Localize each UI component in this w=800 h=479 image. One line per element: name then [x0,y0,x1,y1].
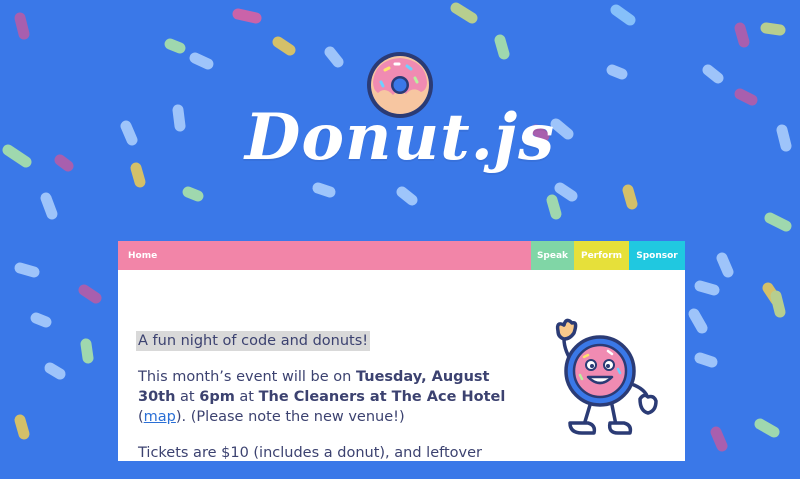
event-time: 6pm [199,389,235,405]
event-paragraph: This month’s event will be on Tuesday, A… [138,367,528,427]
donut-mascot-icon [555,318,658,435]
site-title: Donut.js [244,100,556,175]
event-venue: The Cleaners at The Ace Hotel [258,389,506,405]
event-text: This month’s event will be on [138,369,356,385]
tagline: A fun night of code and donuts! [136,331,371,351]
nav-speak-link[interactable]: Speak [531,241,574,270]
event-text: at [175,389,200,405]
event-description: A fun night of code and donuts! This mon… [136,331,528,479]
tickets-paragraph: Tickets are $10 (includes a donut), and … [138,445,482,461]
nav-home-link[interactable]: Home [118,241,531,270]
nav-sponsor-link[interactable]: Sponsor [629,241,685,270]
main-card: Home Speak Perform Sponsor A fun night o… [118,241,685,461]
event-text: at [234,389,259,405]
main-nav: Home Speak Perform Sponsor [118,241,685,270]
event-text: ). (Please note the new venue!) [175,409,405,425]
site-header: Donut.js [0,0,800,230]
map-link[interactable]: map [144,409,176,425]
nav-perform-link[interactable]: Perform [574,241,629,270]
